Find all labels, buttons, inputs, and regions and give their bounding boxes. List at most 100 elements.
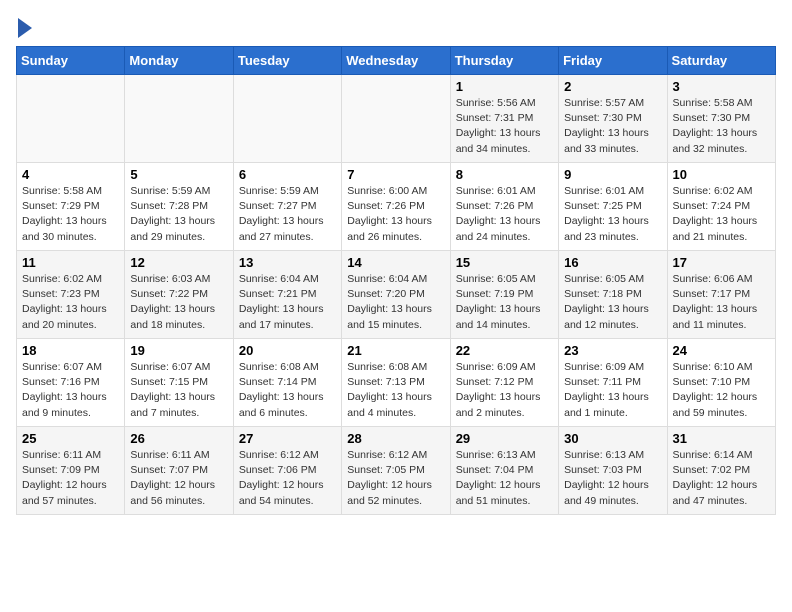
day-detail: Sunrise: 6:07 AM Sunset: 7:15 PM Dayligh… <box>130 361 215 419</box>
weekday-header-sunday: Sunday <box>17 47 125 75</box>
weekday-header-tuesday: Tuesday <box>233 47 341 75</box>
day-detail: Sunrise: 6:12 AM Sunset: 7:06 PM Dayligh… <box>239 449 324 507</box>
day-number: 25 <box>22 431 119 446</box>
calendar-cell: 31Sunrise: 6:14 AM Sunset: 7:02 PM Dayli… <box>667 427 775 515</box>
day-number: 26 <box>130 431 227 446</box>
day-detail: Sunrise: 5:59 AM Sunset: 7:28 PM Dayligh… <box>130 185 215 243</box>
calendar-week-row: 11Sunrise: 6:02 AM Sunset: 7:23 PM Dayli… <box>17 251 776 339</box>
day-number: 5 <box>130 167 227 182</box>
day-number: 13 <box>239 255 336 270</box>
day-number: 30 <box>564 431 661 446</box>
calendar-cell: 6 Sunrise: 5:59 AM Sunset: 7:27 PM Daylig… <box>233 163 341 251</box>
day-detail: Sunrise: 6:04 AM Sunset: 7:21 PM Dayligh… <box>239 273 324 331</box>
day-number: 28 <box>347 431 444 446</box>
calendar-cell: 16 Sunrise: 6:05 AM Sunset: 7:18 PM Dayli… <box>559 251 667 339</box>
day-detail: Sunrise: 5:57 AM Sunset: 7:30 PM Dayligh… <box>564 97 649 155</box>
calendar-cell: 18 Sunrise: 6:07 AM Sunset: 7:16 PM Dayli… <box>17 339 125 427</box>
day-number: 2 <box>564 79 661 94</box>
calendar-cell: 22 Sunrise: 6:09 AM Sunset: 7:12 PM Dayli… <box>450 339 558 427</box>
weekday-header-wednesday: Wednesday <box>342 47 450 75</box>
day-number: 11 <box>22 255 119 270</box>
day-detail: Sunrise: 6:03 AM Sunset: 7:22 PM Dayligh… <box>130 273 215 331</box>
calendar-week-row: 4 Sunrise: 5:58 AM Sunset: 7:29 PM Daylig… <box>17 163 776 251</box>
day-detail: Sunrise: 6:08 AM Sunset: 7:13 PM Dayligh… <box>347 361 432 419</box>
day-detail: Sunrise: 6:00 AM Sunset: 7:26 PM Dayligh… <box>347 185 432 243</box>
weekday-header-row: SundayMondayTuesdayWednesdayThursdayFrid… <box>17 47 776 75</box>
day-detail: Sunrise: 6:12 AM Sunset: 7:05 PM Dayligh… <box>347 449 432 507</box>
day-detail: Sunrise: 6:02 AM Sunset: 7:24 PM Dayligh… <box>673 185 758 243</box>
day-number: 27 <box>239 431 336 446</box>
calendar-cell: 11Sunrise: 6:02 AM Sunset: 7:23 PM Dayli… <box>17 251 125 339</box>
calendar-cell: 12Sunrise: 6:03 AM Sunset: 7:22 PM Dayli… <box>125 251 233 339</box>
calendar-cell: 15 Sunrise: 6:05 AM Sunset: 7:19 PM Dayli… <box>450 251 558 339</box>
calendar-cell: 27 Sunrise: 6:12 AM Sunset: 7:06 PM Dayli… <box>233 427 341 515</box>
calendar-week-row: 1 Sunrise: 5:56 AM Sunset: 7:31 PM Daylig… <box>17 75 776 163</box>
day-number: 18 <box>22 343 119 358</box>
calendar-cell: 7 Sunrise: 6:00 AM Sunset: 7:26 PM Daylig… <box>342 163 450 251</box>
day-detail: Sunrise: 6:07 AM Sunset: 7:16 PM Dayligh… <box>22 361 107 419</box>
day-detail: Sunrise: 6:14 AM Sunset: 7:02 PM Dayligh… <box>673 449 758 507</box>
calendar-cell: 25 Sunrise: 6:11 AM Sunset: 7:09 PM Dayli… <box>17 427 125 515</box>
calendar-cell: 30 Sunrise: 6:13 AM Sunset: 7:03 PM Dayli… <box>559 427 667 515</box>
day-number: 16 <box>564 255 661 270</box>
day-detail: Sunrise: 6:11 AM Sunset: 7:09 PM Dayligh… <box>22 449 107 507</box>
calendar-cell: 13 Sunrise: 6:04 AM Sunset: 7:21 PM Dayli… <box>233 251 341 339</box>
calendar-week-row: 25 Sunrise: 6:11 AM Sunset: 7:09 PM Dayli… <box>17 427 776 515</box>
calendar-cell: 5 Sunrise: 5:59 AM Sunset: 7:28 PM Daylig… <box>125 163 233 251</box>
calendar-cell: 28 Sunrise: 6:12 AM Sunset: 7:05 PM Dayli… <box>342 427 450 515</box>
logo <box>16 16 32 38</box>
day-number: 20 <box>239 343 336 358</box>
day-detail: Sunrise: 6:05 AM Sunset: 7:19 PM Dayligh… <box>456 273 541 331</box>
day-number: 9 <box>564 167 661 182</box>
weekday-header-monday: Monday <box>125 47 233 75</box>
calendar-cell: 21 Sunrise: 6:08 AM Sunset: 7:13 PM Dayli… <box>342 339 450 427</box>
day-number: 14 <box>347 255 444 270</box>
day-detail: Sunrise: 6:01 AM Sunset: 7:25 PM Dayligh… <box>564 185 649 243</box>
calendar-cell: 3Sunrise: 5:58 AM Sunset: 7:30 PM Daylig… <box>667 75 775 163</box>
calendar-cell: 10 Sunrise: 6:02 AM Sunset: 7:24 PM Dayli… <box>667 163 775 251</box>
day-detail: Sunrise: 6:13 AM Sunset: 7:03 PM Dayligh… <box>564 449 649 507</box>
day-number: 1 <box>456 79 553 94</box>
day-detail: Sunrise: 5:58 AM Sunset: 7:29 PM Dayligh… <box>22 185 107 243</box>
day-detail: Sunrise: 6:01 AM Sunset: 7:26 PM Dayligh… <box>456 185 541 243</box>
day-detail: Sunrise: 5:58 AM Sunset: 7:30 PM Dayligh… <box>673 97 758 155</box>
calendar-cell: 1 Sunrise: 5:56 AM Sunset: 7:31 PM Daylig… <box>450 75 558 163</box>
calendar-cell: 20 Sunrise: 6:08 AM Sunset: 7:14 PM Dayli… <box>233 339 341 427</box>
weekday-header-thursday: Thursday <box>450 47 558 75</box>
logo-arrow-icon <box>18 18 32 38</box>
day-detail: Sunrise: 6:11 AM Sunset: 7:07 PM Dayligh… <box>130 449 215 507</box>
calendar-week-row: 18 Sunrise: 6:07 AM Sunset: 7:16 PM Dayli… <box>17 339 776 427</box>
calendar-cell: 14 Sunrise: 6:04 AM Sunset: 7:20 PM Dayli… <box>342 251 450 339</box>
day-number: 4 <box>22 167 119 182</box>
weekday-header-saturday: Saturday <box>667 47 775 75</box>
day-detail: Sunrise: 6:05 AM Sunset: 7:18 PM Dayligh… <box>564 273 649 331</box>
calendar-table: SundayMondayTuesdayWednesdayThursdayFrid… <box>16 46 776 515</box>
day-detail: Sunrise: 5:59 AM Sunset: 7:27 PM Dayligh… <box>239 185 324 243</box>
day-number: 22 <box>456 343 553 358</box>
day-number: 23 <box>564 343 661 358</box>
day-detail: Sunrise: 6:13 AM Sunset: 7:04 PM Dayligh… <box>456 449 541 507</box>
day-number: 7 <box>347 167 444 182</box>
day-detail: Sunrise: 6:06 AM Sunset: 7:17 PM Dayligh… <box>673 273 758 331</box>
day-number: 21 <box>347 343 444 358</box>
calendar-cell: 4 Sunrise: 5:58 AM Sunset: 7:29 PM Daylig… <box>17 163 125 251</box>
calendar-cell: 24Sunrise: 6:10 AM Sunset: 7:10 PM Dayli… <box>667 339 775 427</box>
day-detail: Sunrise: 6:10 AM Sunset: 7:10 PM Dayligh… <box>673 361 758 419</box>
calendar-cell <box>17 75 125 163</box>
calendar-cell: 17Sunrise: 6:06 AM Sunset: 7:17 PM Dayli… <box>667 251 775 339</box>
day-number: 29 <box>456 431 553 446</box>
day-detail: Sunrise: 6:08 AM Sunset: 7:14 PM Dayligh… <box>239 361 324 419</box>
day-detail: Sunrise: 6:04 AM Sunset: 7:20 PM Dayligh… <box>347 273 432 331</box>
day-number: 15 <box>456 255 553 270</box>
calendar-cell: 8 Sunrise: 6:01 AM Sunset: 7:26 PM Daylig… <box>450 163 558 251</box>
calendar-cell <box>342 75 450 163</box>
calendar-cell: 26 Sunrise: 6:11 AM Sunset: 7:07 PM Dayli… <box>125 427 233 515</box>
day-detail: Sunrise: 6:09 AM Sunset: 7:12 PM Dayligh… <box>456 361 541 419</box>
day-number: 10 <box>673 167 770 182</box>
day-number: 6 <box>239 167 336 182</box>
day-detail: Sunrise: 5:56 AM Sunset: 7:31 PM Dayligh… <box>456 97 541 155</box>
day-detail: Sunrise: 6:09 AM Sunset: 7:11 PM Dayligh… <box>564 361 649 419</box>
calendar-cell: 2 Sunrise: 5:57 AM Sunset: 7:30 PM Daylig… <box>559 75 667 163</box>
day-number: 8 <box>456 167 553 182</box>
calendar-cell: 23 Sunrise: 6:09 AM Sunset: 7:11 PM Dayli… <box>559 339 667 427</box>
